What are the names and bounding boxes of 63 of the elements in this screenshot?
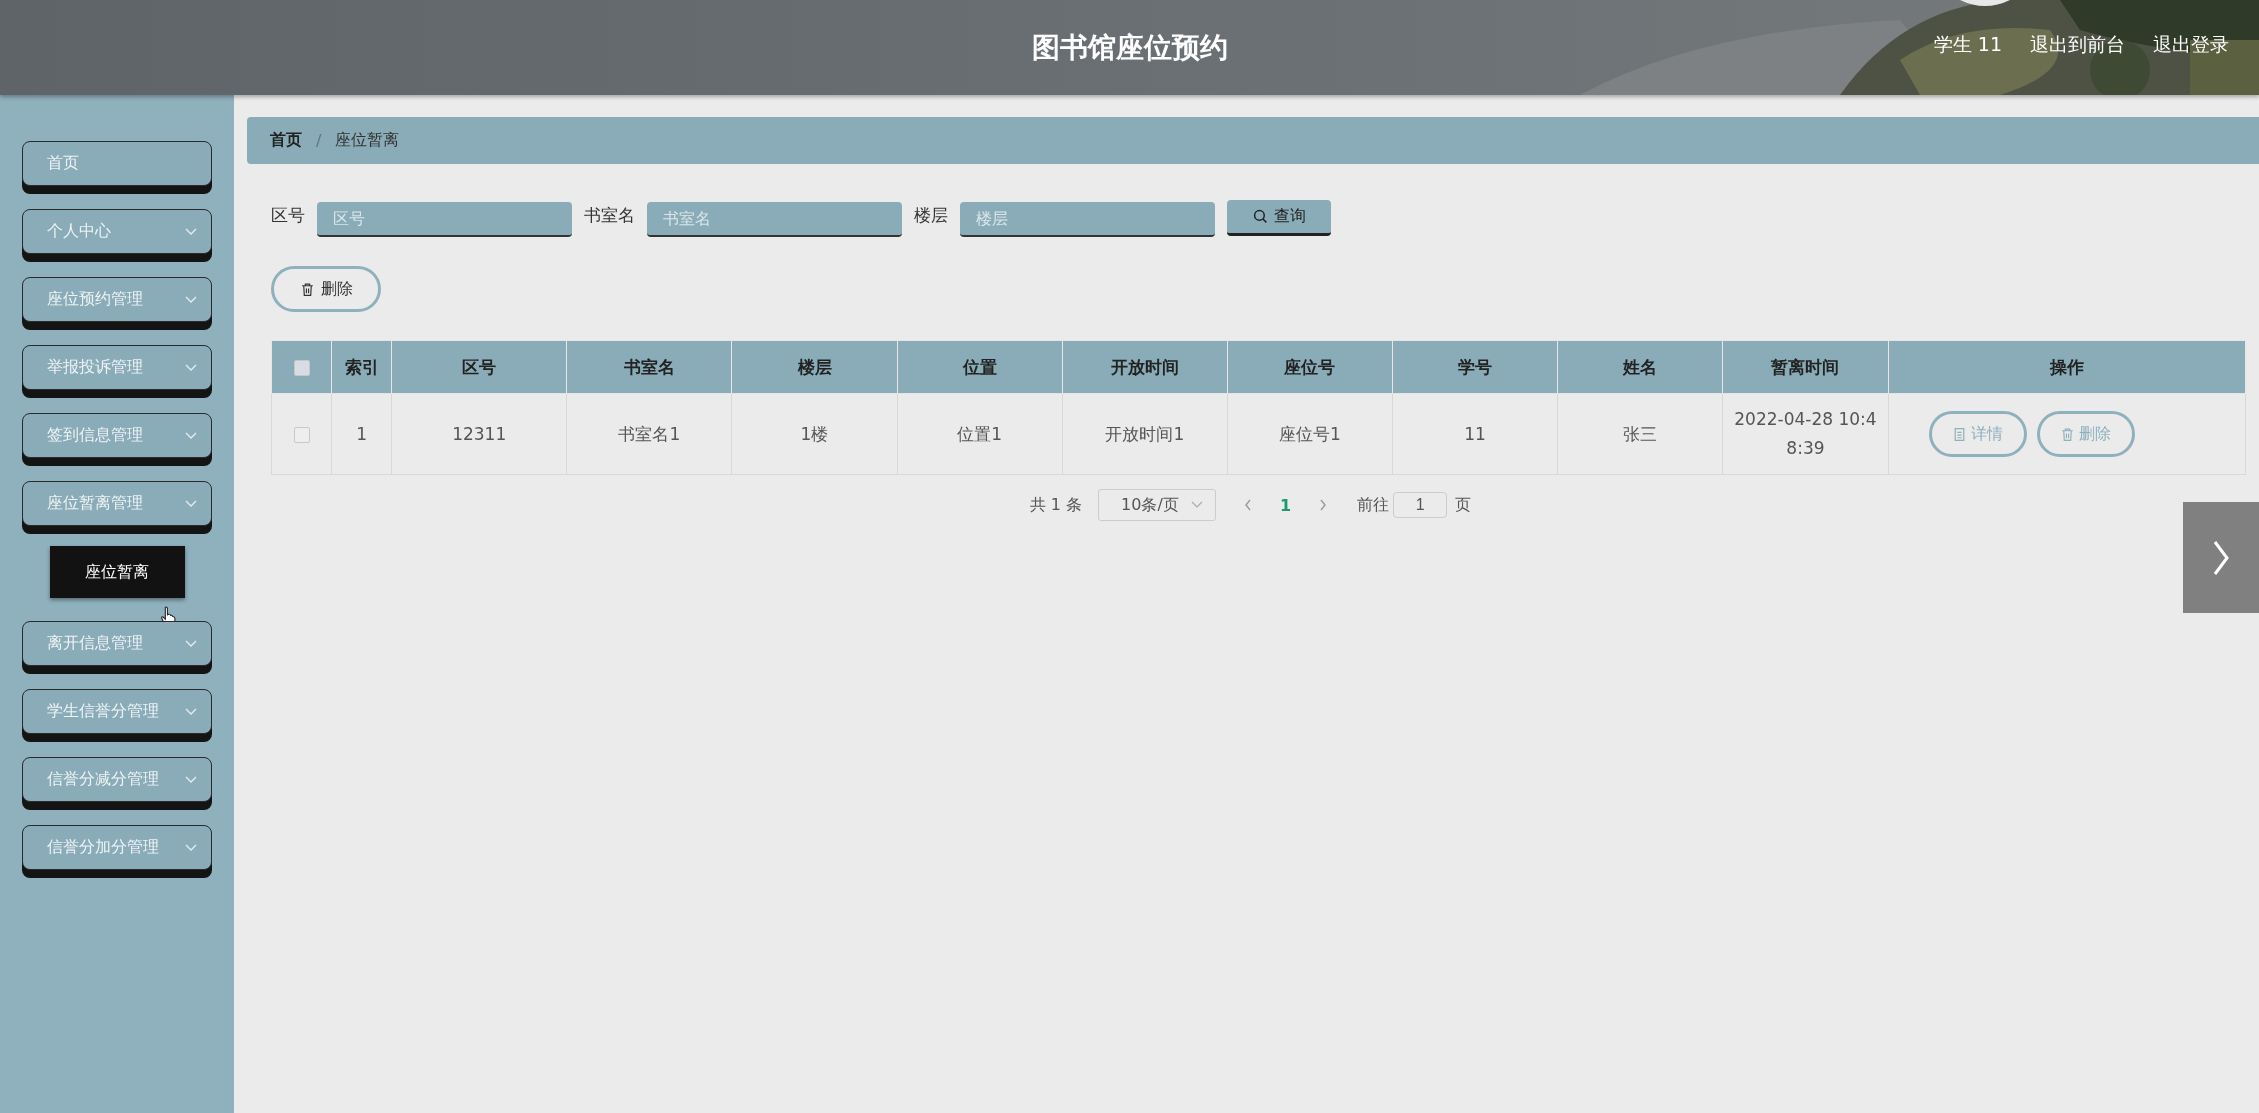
table-cell: 张三 <box>1557 393 1723 475</box>
app-title: 图书馆座位预约 <box>1031 29 1228 66</box>
header-cell: 操作 <box>1888 340 2246 394</box>
checkbox[interactable] <box>293 426 310 443</box>
search-button[interactable]: 查询 <box>1227 199 1331 236</box>
field-label: 书室名 <box>584 204 635 227</box>
header-cell: 学号 <box>1392 340 1558 394</box>
page-input[interactable]: 1 <box>1393 492 1448 518</box>
breadcrumb-item[interactable]: 首页 <box>270 130 302 151</box>
goto-label: 前往 <box>1357 494 1390 516</box>
page-size-select[interactable]: 10条/页 <box>1098 489 1217 521</box>
page-number[interactable]: 1 <box>1280 495 1292 515</box>
chevron-down-icon <box>185 295 197 304</box>
table-cell: 座位号1 <box>1227 393 1393 475</box>
header-link[interactable]: 退出到前台 <box>2030 32 2125 58</box>
table-cell: 位置1 <box>897 393 1063 475</box>
submenu-item[interactable]: 座位暂离 <box>49 546 185 598</box>
table-cell: 1楼 <box>731 393 898 475</box>
chevron-down-icon <box>185 227 197 236</box>
trash-icon <box>299 281 315 297</box>
header-link[interactable]: 学生 11 <box>1933 32 2002 58</box>
header-cell: 座位号 <box>1227 340 1393 394</box>
page-label: 页 <box>1455 494 1472 516</box>
delete-button[interactable]: 删除 <box>271 266 381 312</box>
chevron-down-icon <box>185 707 197 716</box>
chevron-down-icon <box>185 431 197 440</box>
header-cell: 索引 <box>331 340 392 394</box>
search-field[interactable]: 区号 <box>317 202 572 237</box>
header-cell: 区号 <box>391 340 567 394</box>
chevron-down-icon <box>185 499 197 508</box>
chevron-down-icon <box>185 363 197 372</box>
chevron-down-icon <box>185 639 197 648</box>
table-cell: 12311 <box>391 393 567 475</box>
previous-page-icon[interactable] <box>1244 499 1253 511</box>
table-cell: 2022-04-28 10:48:39 <box>1722 393 1888 475</box>
breadcrumb-item: 座位暂离 <box>335 130 400 151</box>
chevron-down-icon <box>1191 501 1204 509</box>
checkbox[interactable] <box>293 360 310 376</box>
table-cell: 1 <box>331 393 392 475</box>
header-cell: 书室名 <box>566 340 732 394</box>
chevron-down-icon <box>185 843 197 852</box>
table-cell: 开放时间1 <box>1062 393 1228 475</box>
table-cell: 书室名1 <box>566 393 732 475</box>
search-field[interactable]: 楼层 <box>960 202 1215 237</box>
carousel-next-button[interactable] <box>2183 502 2259 613</box>
field-label: 区号 <box>271 204 305 227</box>
field-label: 楼层 <box>914 204 948 227</box>
next-page-icon[interactable] <box>1319 499 1328 511</box>
breadcrumb-separator: / <box>316 131 322 150</box>
total-count: 共 1 条 <box>1029 494 1083 516</box>
delete-button[interactable]: 删除 <box>2036 411 2135 457</box>
header-cell: 姓名 <box>1557 340 1723 394</box>
search-icon <box>1252 208 1268 224</box>
search-field[interactable]: 书室名 <box>647 202 902 237</box>
header-cell: 暂离时间 <box>1722 340 1888 394</box>
trash-icon <box>2060 426 2076 442</box>
header-cell: 楼层 <box>731 340 898 394</box>
header-cell: 开放时间 <box>1062 340 1228 394</box>
details-button[interactable]: 详情 <box>1928 411 2027 457</box>
table-cell: 11 <box>1392 393 1558 475</box>
chevron-down-icon <box>185 775 197 784</box>
header-cell: 位置 <box>897 340 1063 394</box>
header-link[interactable]: 退出登录 <box>2153 32 2229 58</box>
